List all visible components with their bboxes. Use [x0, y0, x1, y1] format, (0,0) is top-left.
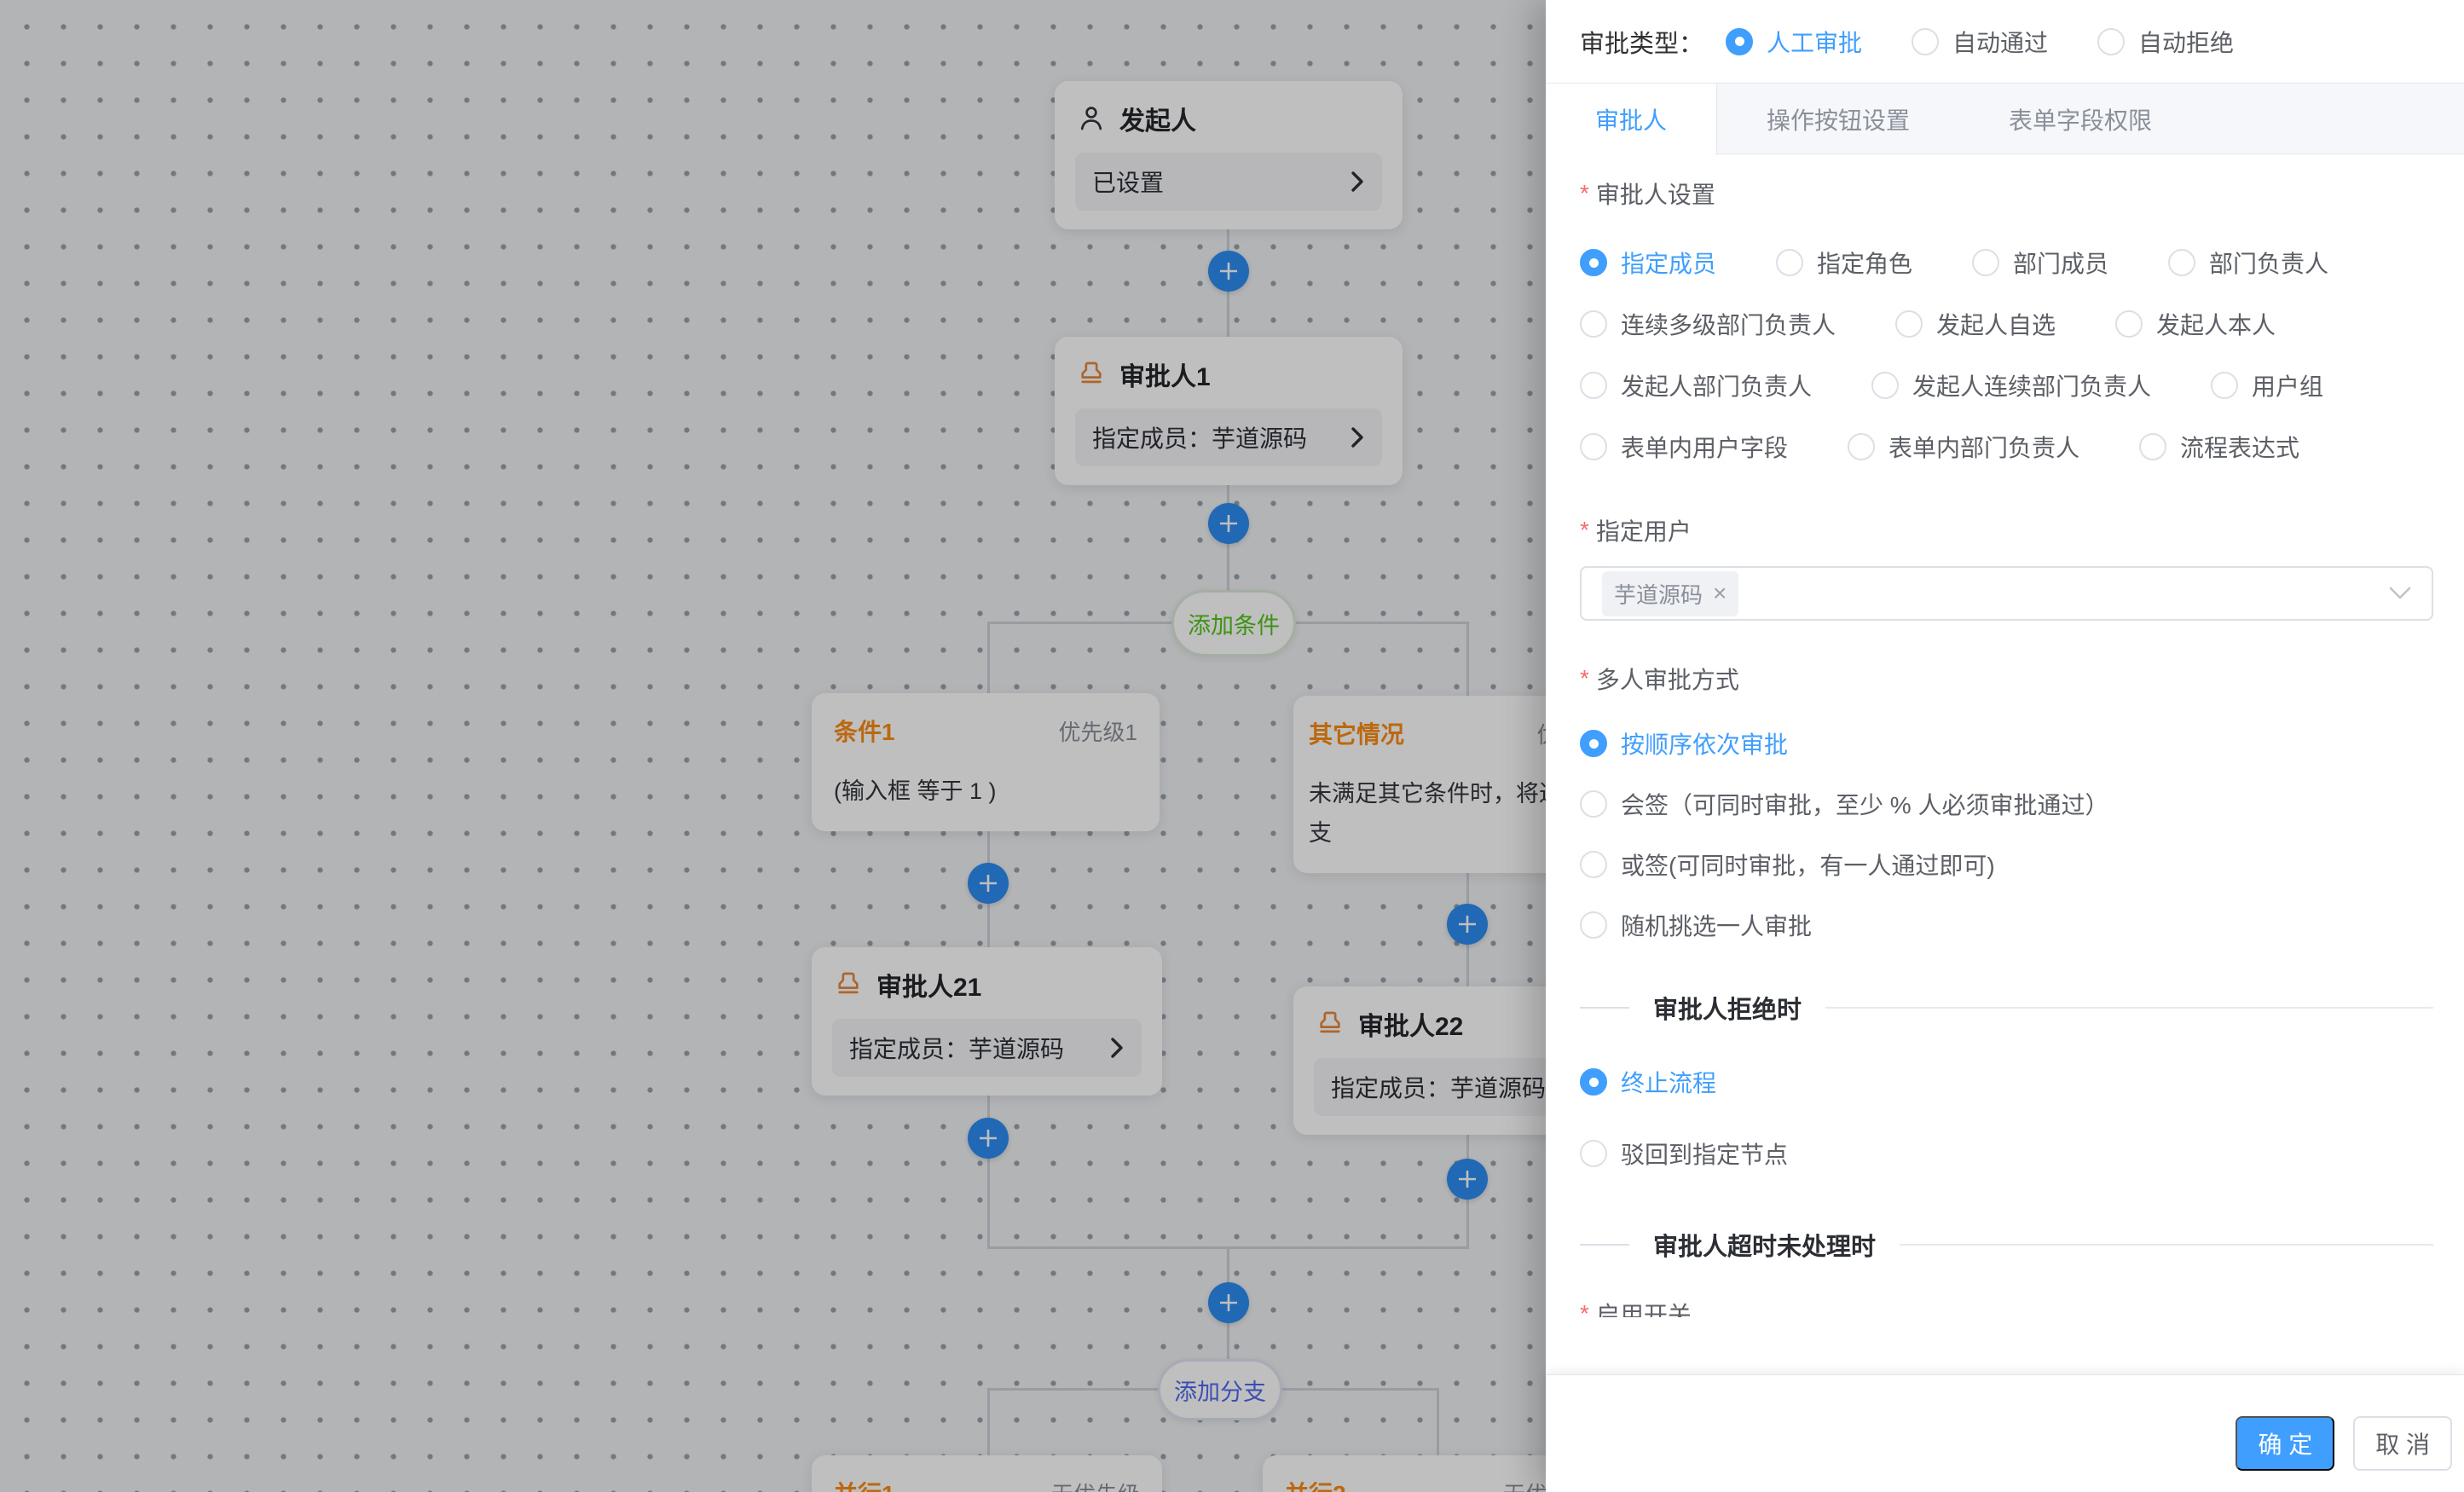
multi-approve-label: 多人审批方式 [1580, 662, 2433, 696]
reject-options: 终止流程 驳回到指定节点 [1580, 1065, 2433, 1171]
radio-dot [2211, 372, 2238, 399]
section-title: 审批人拒绝时 [1653, 990, 1802, 1026]
radio-initiator-dept-leader[interactable]: 发起人部门负责人 [1580, 368, 1812, 402]
divider-line [1580, 1244, 1629, 1246]
approval-type-row: 审批类型： 人工审批 自动通过 自动拒绝 [1546, 0, 2464, 83]
radio-return-to-node[interactable]: 驳回到指定节点 [1580, 1136, 2433, 1171]
radio-user-group[interactable]: 用户组 [2211, 368, 2323, 402]
enable-switch-label: 启用开关 [1580, 1297, 2433, 1317]
tab-approver[interactable]: 审批人 [1546, 84, 1717, 155]
radio-sequential[interactable]: 按顺序依次审批 [1580, 726, 2433, 760]
radio-dot [1871, 372, 1899, 399]
radio-dot [2115, 310, 2143, 338]
multi-approve-options: 按顺序依次审批 会签（可同时审批，至少 % 人必须审批通过） 或签(可同时审批，… [1580, 726, 2433, 942]
app-window: 发起人 已设置 审批人1 指定成员：芋道源码 添加条件 [0, 0, 2464, 1492]
radio-or-sign[interactable]: 或签(可同时审批，有一人通过即可) [1580, 847, 2433, 882]
approval-type-options: 人工审批 自动通过 自动拒绝 [1726, 25, 2234, 59]
approval-type-label: 审批类型： [1580, 24, 1703, 60]
divider-line [1900, 1244, 2433, 1246]
radio-manual-approve[interactable]: 人工审批 [1726, 25, 1862, 59]
radio-dot [1776, 249, 1803, 276]
radio-terminate-process[interactable]: 终止流程 [1580, 1065, 2433, 1099]
panel-tabs: 审批人 操作按钮设置 表单字段权限 [1546, 83, 2464, 154]
radio-dot [1580, 372, 1607, 399]
radio-dot [2139, 433, 2166, 460]
radio-form-user-field[interactable]: 表单内用户字段 [1580, 430, 1788, 464]
radio-auto-reject[interactable]: 自动拒绝 [2097, 25, 2234, 59]
tag-close-icon[interactable]: × [1713, 581, 1727, 605]
radio-process-expression[interactable]: 流程表达式 [2139, 430, 2299, 464]
radio-dot [2168, 249, 2195, 276]
radio-dot [1580, 730, 1607, 757]
panel-body[interactable]: 审批人设置 指定成员 指定角色 部门成员 部门负责人 连续多级部门负责人 发起人… [1546, 154, 2464, 1317]
user-tag: 芋道源码 × [1602, 571, 1738, 616]
radio-dot [1580, 1068, 1607, 1096]
radio-dot [2097, 28, 2125, 55]
radio-dot [1580, 249, 1607, 276]
approver-setting-label: 审批人设置 [1580, 176, 2433, 211]
section-reject: 审批人拒绝时 [1580, 990, 2433, 1026]
radio-dept-member[interactable]: 部门成员 [1972, 246, 2108, 280]
panel-footer: 确 定 取 消 [1546, 1374, 2464, 1492]
radio-dept-leader[interactable]: 部门负责人 [2168, 246, 2328, 280]
cancel-button[interactable]: 取 消 [2353, 1416, 2452, 1471]
section-timeout: 审批人超时未处理时 [1580, 1227, 2433, 1263]
user-tag-text: 芋道源码 [1614, 578, 1703, 610]
confirm-button[interactable]: 确 定 [2236, 1416, 2334, 1471]
radio-initiator-self-select[interactable]: 发起人自选 [1895, 307, 2056, 341]
radio-multi-level-dept-leader[interactable]: 连续多级部门负责人 [1580, 307, 1836, 341]
approver-config-panel: 审批类型： 人工审批 自动通过 自动拒绝 审批人 操作按钮设置 表单字 [1546, 0, 2464, 1492]
approver-setting-row: 表单内用户字段 表单内部门负责人 流程表达式 [1580, 430, 2433, 464]
radio-dot [1580, 310, 1607, 338]
tab-form-field-permission[interactable]: 表单字段权限 [1959, 84, 2201, 155]
radio-dot [1580, 851, 1607, 878]
radio-initiator-self[interactable]: 发起人本人 [2115, 307, 2276, 341]
radio-dot [1580, 911, 1607, 939]
radio-dot [1848, 433, 1875, 460]
radio-designated-role[interactable]: 指定角色 [1776, 246, 1912, 280]
section-title: 审批人超时未处理时 [1653, 1227, 1876, 1263]
approver-setting-row: 指定成员 指定角色 部门成员 部门负责人 [1580, 246, 2433, 280]
radio-form-dept-leader[interactable]: 表单内部门负责人 [1848, 430, 2079, 464]
approver-setting-row: 连续多级部门负责人 发起人自选 发起人本人 [1580, 307, 2433, 341]
assigned-user-label: 指定用户 [1580, 513, 2433, 547]
radio-dot [1726, 28, 1753, 55]
radio-initiator-consecutive-dept-leader[interactable]: 发起人连续部门负责人 [1871, 368, 2151, 402]
radio-designated-member[interactable]: 指定成员 [1580, 246, 1716, 280]
tab-button-settings[interactable]: 操作按钮设置 [1717, 84, 1959, 155]
divider-line [1825, 1007, 2433, 1009]
radio-dot [1580, 433, 1607, 460]
radio-random-one[interactable]: 随机挑选一人审批 [1580, 908, 2433, 942]
radio-auto-pass[interactable]: 自动通过 [1912, 25, 2048, 59]
radio-dot [1580, 1140, 1607, 1167]
radio-countersign[interactable]: 会签（可同时审批，至少 % 人必须审批通过） [1580, 787, 2433, 821]
radio-dot [1972, 249, 1999, 276]
radio-dot [1895, 310, 1923, 338]
chevron-down-icon [2389, 587, 2411, 600]
radio-dot [1580, 790, 1607, 818]
assigned-user-select[interactable]: 芋道源码 × [1580, 566, 2433, 621]
approver-setting-row: 发起人部门负责人 发起人连续部门负责人 用户组 [1580, 368, 2433, 402]
radio-dot [1912, 28, 1939, 55]
divider-line [1580, 1007, 1629, 1009]
